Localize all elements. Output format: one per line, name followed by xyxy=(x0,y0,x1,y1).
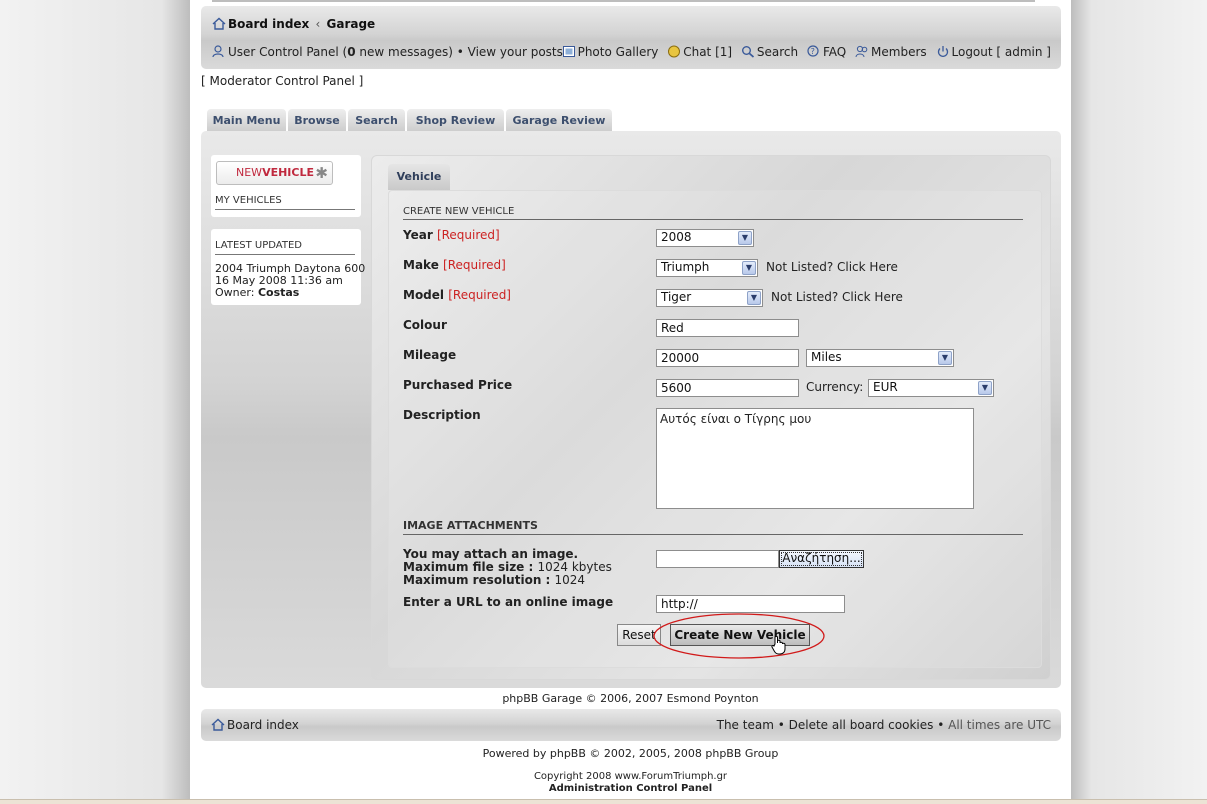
faq-link[interactable]: ? FAQ xyxy=(807,45,846,59)
latest-updated-heading: LATEST UPDATED xyxy=(215,240,355,255)
search-link[interactable]: Search xyxy=(741,45,798,59)
logout-icon xyxy=(937,46,948,57)
top-divider xyxy=(212,0,1035,2)
vehicle-form: CREATE NEW VEHICLE Year [Required] 2008 ▼… xyxy=(388,190,1042,668)
acp-link[interactable]: Administration Control Panel xyxy=(190,783,1071,795)
garage-copyright: phpBB Garage © 2006, 2007 Esmond Poynton xyxy=(502,692,759,705)
faq-icon: ? xyxy=(807,45,819,57)
currency-select[interactable]: EUR ▼ xyxy=(868,379,994,397)
breadcrumb-home[interactable]: Board index xyxy=(228,17,309,31)
latest-owner: Owner: Costas xyxy=(215,286,300,299)
colour-label: Colour xyxy=(403,318,447,332)
tab-vehicle[interactable]: Vehicle xyxy=(388,164,450,190)
timezone-info: All times are UTC xyxy=(948,718,1051,732)
search-icon xyxy=(741,46,754,58)
currency-label: Currency: xyxy=(806,380,864,394)
site-nav: Photo Gallery Chat [1] Search ? FAQ Membe… xyxy=(557,45,1051,59)
members-link[interactable]: Members xyxy=(855,45,927,59)
make-select[interactable]: Triumph ▼ xyxy=(656,259,758,277)
image-url-label: Enter a URL to an online image xyxy=(403,595,614,609)
price-input[interactable]: 5600 xyxy=(656,379,799,397)
make-add-link[interactable]: Here xyxy=(869,260,897,274)
model-select[interactable]: Tiger ▼ xyxy=(656,289,763,307)
dropdown-arrow-icon: ▼ xyxy=(747,291,761,305)
delete-cookies-link[interactable]: Delete all board cookies xyxy=(789,718,934,732)
user-nav: User Control Panel (0 new messages) • Vi… xyxy=(212,45,563,59)
garage-content: NEWVEHICLE ✱ MY VEHICLES LATEST UPDATED … xyxy=(201,131,1061,688)
logout-link[interactable]: Logout [ admin ] xyxy=(936,45,1051,59)
my-vehicles-heading[interactable]: MY VEHICLES xyxy=(215,195,355,210)
colour-input[interactable]: Red xyxy=(656,319,799,337)
left-background xyxy=(0,0,190,800)
tab-browse[interactable]: Browse xyxy=(288,109,346,132)
phpbb-link[interactable]: phpBB xyxy=(550,747,586,760)
model-not-listed: Not Listed? Click Here xyxy=(771,290,903,304)
mileage-unit-select[interactable]: Miles ▼ xyxy=(806,349,954,367)
moderator-control-panel-link[interactable]: [ Moderator Control Panel ] xyxy=(201,74,363,88)
dropdown-arrow-icon: ▼ xyxy=(742,261,756,275)
footer-breadcrumb: Board index xyxy=(211,718,299,732)
svg-text:?: ? xyxy=(811,47,815,56)
breadcrumb-separator: ‹ xyxy=(315,17,321,31)
my-vehicles-box: NEWVEHICLE ✱ MY VEHICLES xyxy=(211,155,361,217)
footer-bar: Board index The team • Delete all board … xyxy=(201,709,1061,741)
mileage-input[interactable]: 20000 xyxy=(656,349,799,367)
home-icon xyxy=(212,17,226,30)
make-label: Make [Required] xyxy=(403,258,506,272)
tab-main-menu[interactable]: Main Menu xyxy=(207,109,286,132)
create-vehicle-heading: CREATE NEW VEHICLE xyxy=(403,206,1023,220)
make-not-listed: Not Listed? Click Here xyxy=(766,260,898,274)
year-label: Year [Required] xyxy=(403,228,500,242)
latest-updated-box: LATEST UPDATED 2004 Triumph Daytona 600 … xyxy=(211,229,365,305)
price-label: Purchased Price xyxy=(403,378,513,392)
team-link[interactable]: The team xyxy=(717,718,774,732)
year-select[interactable]: 2008 ▼ xyxy=(656,229,754,247)
powered-by: Powered by phpBB © 2002, 2005, 2008 phpB… xyxy=(482,747,779,760)
gallery-icon xyxy=(562,46,575,57)
image-attachments-heading: IMAGE ATTACHMENTS xyxy=(403,519,1023,535)
vehicle-form-panel: Vehicle CREATE NEW VEHICLE Year [Require… xyxy=(371,155,1051,680)
tab-shop-review[interactable]: Shop Review xyxy=(407,109,504,132)
breadcrumb-current[interactable]: Garage xyxy=(327,17,376,31)
new-vehicle-button[interactable]: NEWVEHICLE ✱ xyxy=(216,161,333,185)
chat-link[interactable]: Chat [1] xyxy=(667,45,732,59)
photo-gallery-link[interactable]: Photo Gallery xyxy=(562,45,658,59)
user-icon xyxy=(212,45,224,58)
image-file-input[interactable] xyxy=(656,550,779,568)
chat-icon xyxy=(668,45,681,58)
site-copyright: Copyright 2008 www.ForumTriumph.gr Admin… xyxy=(190,771,1071,795)
tab-search[interactable]: Search xyxy=(348,109,405,132)
nav-bullet: • xyxy=(456,45,464,59)
model-label: Model [Required] xyxy=(403,288,511,302)
model-add-link[interactable]: Here xyxy=(874,290,902,304)
footer-links: The team • Delete all board cookies • Al… xyxy=(716,718,1051,732)
description-label: Description xyxy=(403,408,481,422)
breadcrumb: Board index ‹ Garage xyxy=(212,17,375,31)
page-container: Board index ‹ Garage User Control Panel … xyxy=(190,0,1071,800)
highlight-ellipse xyxy=(653,613,825,659)
view-posts-link[interactable]: View your posts xyxy=(468,45,563,59)
hand-cursor-icon xyxy=(771,635,786,655)
dropdown-arrow-icon: ▼ xyxy=(738,231,752,245)
dropdown-arrow-icon: ▼ xyxy=(938,351,952,365)
mileage-label: Mileage xyxy=(403,348,457,362)
footer-board-index-link[interactable]: Board index xyxy=(227,718,299,732)
attachment-info: You may attach an image. Maximum file si… xyxy=(403,547,612,587)
browse-file-button[interactable]: Αναζήτηση... xyxy=(779,550,864,568)
window-bottom-strip xyxy=(0,799,1207,804)
home-icon xyxy=(211,718,225,731)
dropdown-arrow-icon: ▼ xyxy=(978,381,992,395)
description-textarea[interactable]: Αυτός είναι ο Τίγρης μου xyxy=(656,408,974,509)
user-control-panel-link[interactable]: User Control Panel (0 new messages) xyxy=(228,45,453,59)
owner-link[interactable]: Costas xyxy=(258,286,299,299)
header-bar: Board index ‹ Garage User Control Panel … xyxy=(201,6,1061,69)
tab-garage-review[interactable]: Garage Review xyxy=(506,109,612,132)
star-icon: ✱ xyxy=(315,164,328,182)
members-icon xyxy=(855,45,868,58)
right-background xyxy=(1071,0,1207,800)
